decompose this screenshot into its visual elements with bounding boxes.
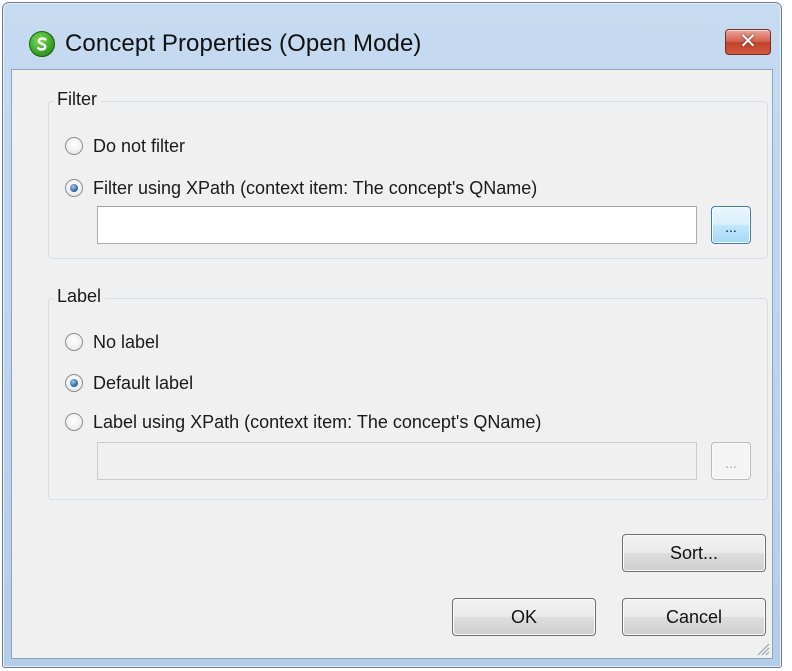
ok-button[interactable]: OK [452, 598, 596, 636]
label-xpath-input [97, 442, 697, 480]
dialog-window: Concept Properties (Open Mode) ✕ Filter … [2, 2, 782, 668]
radio-label: Default label [93, 372, 194, 393]
radio-button[interactable] [65, 179, 83, 197]
radio-do-not-filter[interactable]: Do not filter [65, 133, 185, 159]
filter-legend: Filter [55, 89, 101, 110]
cancel-button[interactable]: Cancel [622, 598, 766, 636]
radio-filter-xpath[interactable]: Filter using XPath (context item: The co… [65, 175, 537, 201]
filter-browse-button[interactable]: ... [711, 206, 751, 244]
filter-xpath-input[interactable] [97, 206, 697, 244]
radio-button[interactable] [65, 413, 83, 431]
label-legend: Label [55, 286, 106, 307]
radio-label: Filter using XPath (context item: The co… [93, 177, 538, 198]
window-title: Concept Properties (Open Mode) [65, 30, 422, 57]
resize-grip-icon[interactable] [754, 640, 770, 656]
app-logo-icon[interactable] [29, 31, 55, 57]
radio-label: Label using XPath (context item: The con… [93, 411, 542, 432]
radio-default-label[interactable]: Default label [65, 370, 193, 396]
radio-button[interactable] [65, 333, 83, 351]
radio-button[interactable] [65, 137, 83, 155]
close-button[interactable]: ✕ [725, 29, 771, 55]
radio-label: Do not filter [93, 135, 186, 156]
label-group: Label No label Default label Label using… [48, 286, 768, 500]
label-browse-button: ... [711, 442, 751, 480]
radio-button[interactable] [65, 374, 83, 392]
close-icon: ✕ [739, 29, 757, 53]
filter-group: Filter Do not filter Filter using XPath … [48, 89, 768, 259]
radio-label: No label [93, 331, 160, 352]
radio-label-xpath[interactable]: Label using XPath (context item: The con… [65, 409, 541, 435]
radio-no-label[interactable]: No label [65, 329, 159, 355]
dialog-body: Filter Do not filter Filter using XPath … [11, 69, 773, 659]
sort-button[interactable]: Sort... [622, 534, 766, 572]
